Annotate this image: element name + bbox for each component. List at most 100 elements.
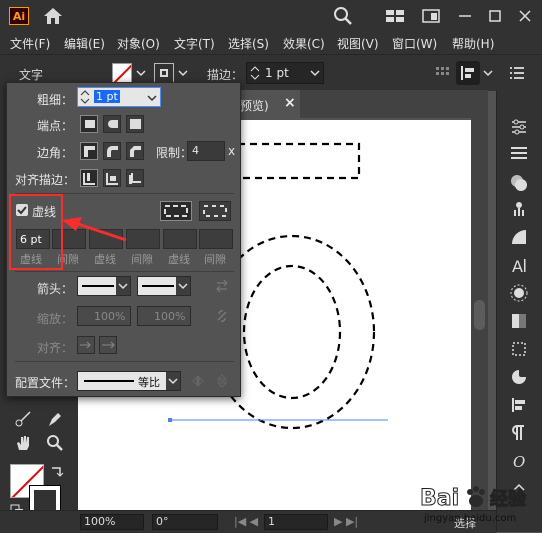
search-icon[interactable] <box>332 6 354 26</box>
gap-field-2[interactable] <box>126 229 160 249</box>
link-scale-icon[interactable] <box>214 308 230 324</box>
restore-icon[interactable] <box>484 6 506 26</box>
round-join-button[interactable] <box>103 142 121 160</box>
chevron-down-icon <box>178 283 188 290</box>
paragraph-icon[interactable] <box>510 424 528 442</box>
document-tab[interactable]: 预览) × <box>232 90 300 118</box>
close-tab-icon[interactable]: × <box>284 95 296 111</box>
menu-edit[interactable]: 编辑(E) <box>64 35 105 52</box>
transparency-icon[interactable] <box>510 312 528 330</box>
chevron-down-icon[interactable] <box>309 66 321 80</box>
divider <box>15 271 234 272</box>
layers-icon[interactable] <box>510 144 528 162</box>
align-panel-button[interactable] <box>456 61 480 85</box>
close-window-icon[interactable] <box>514 6 536 26</box>
gradient-icon[interactable] <box>510 228 528 246</box>
stroke-weight-value: 1 pt <box>265 66 289 80</box>
round-cap-icon <box>108 120 118 128</box>
profile-select[interactable]: 等比 <box>77 371 181 391</box>
place-arrow-tip-button[interactable] <box>99 336 117 354</box>
properties-icon[interactable] <box>510 118 528 136</box>
next-artboard-icon[interactable]: ▶ ▶| <box>334 515 358 528</box>
round-cap-button[interactable] <box>103 115 121 133</box>
stroke-swatch[interactable] <box>154 63 174 83</box>
align-stroke-inside-button[interactable] <box>103 169 121 187</box>
hand-tool-icon[interactable] <box>14 434 32 452</box>
artboard-number-field[interactable]: 1 <box>264 514 328 530</box>
flip-across-icon[interactable] <box>214 373 230 389</box>
dash-exact-icon <box>164 205 188 217</box>
chevron-down-icon[interactable] <box>481 63 495 83</box>
miter-join-button[interactable] <box>80 142 98 160</box>
align-panel-icon[interactable] <box>510 396 528 414</box>
chevron-down-icon <box>168 378 178 385</box>
title-bar: Ai <box>0 0 542 32</box>
align-stroke-center-button[interactable] <box>80 169 98 187</box>
watermark-url: jingyan.baidu.com <box>424 513 517 524</box>
projecting-cap-button[interactable] <box>126 115 144 133</box>
end-arrowhead-select[interactable] <box>137 276 191 296</box>
menu-file[interactable]: 文件(F) <box>10 35 50 52</box>
stepper-icon[interactable] <box>250 65 260 81</box>
align-dash-corners-button[interactable] <box>199 201 231 221</box>
home-icon[interactable] <box>42 6 64 26</box>
align-stroke-outside-button[interactable] <box>126 169 144 187</box>
symbols-icon[interactable] <box>510 200 528 218</box>
app-logo: Ai <box>9 7 29 25</box>
color-icon[interactable] <box>510 174 528 192</box>
dash-field-3[interactable] <box>163 229 197 249</box>
zoom-field[interactable]: 100% <box>80 514 144 530</box>
dash-label-2: 虚线 <box>94 253 116 266</box>
menu-window[interactable]: 窗口(W) <box>392 35 437 52</box>
menu-select[interactable]: 选择(S) <box>228 35 269 52</box>
minimize-icon[interactable] <box>454 6 476 26</box>
menu-effect[interactable]: 效果(C) <box>283 35 325 52</box>
start-arrowhead-select[interactable] <box>77 276 131 296</box>
stepper-icon[interactable] <box>80 90 90 104</box>
panel-menu-icon[interactable] <box>510 67 524 79</box>
butt-cap-icon <box>85 120 95 128</box>
swatches-icon[interactable] <box>510 368 528 386</box>
menu-help[interactable]: 帮助(H) <box>452 35 494 52</box>
pen-tool-icon[interactable] <box>46 410 64 428</box>
bevel-join-button[interactable] <box>126 142 144 160</box>
annotation-arrow <box>62 217 127 242</box>
scrollbar-thumb[interactable] <box>474 300 485 330</box>
menu-view[interactable]: 视图(V) <box>337 35 379 52</box>
chevron-down-icon <box>118 283 128 290</box>
workspace-switcher-icon[interactable] <box>420 6 442 26</box>
extend-arrow-tip-button[interactable] <box>77 336 95 354</box>
preserve-dash-button[interactable] <box>160 201 192 221</box>
chevron-down-icon[interactable] <box>134 63 148 83</box>
end-scale-field[interactable]: 100% <box>137 306 191 326</box>
chevron-down-icon[interactable] <box>146 91 158 105</box>
rotation-field[interactable]: 0° <box>152 514 218 530</box>
limit-unit: x <box>228 144 236 158</box>
start-scale-field[interactable]: 100% <box>77 306 131 326</box>
butt-cap-button[interactable] <box>80 115 98 133</box>
align-inside-icon <box>106 173 118 185</box>
limit-field[interactable]: 4 <box>187 141 225 161</box>
align-stroke-label: 对齐描边： <box>15 173 76 187</box>
swap-arrowheads-icon[interactable] <box>214 278 230 294</box>
gap-field-3[interactable] <box>199 229 233 249</box>
appearance-icon[interactable] <box>510 284 528 302</box>
fill-swatch[interactable] <box>112 63 132 83</box>
swap-colors-icon[interactable] <box>50 464 64 478</box>
first-artboard-icon[interactable]: |◀ ◀ <box>234 515 258 528</box>
arrange-documents-icon[interactable] <box>384 6 406 26</box>
flip-along-icon[interactable] <box>191 373 207 389</box>
menu-object[interactable]: 对象(O) <box>117 35 160 52</box>
scissors-icon[interactable] <box>14 410 32 428</box>
gap-label-2: 间隙 <box>131 253 153 266</box>
align-grid-icon[interactable] <box>436 67 450 81</box>
weight-field[interactable]: 1 pt <box>77 87 161 107</box>
menu-type[interactable]: 文字(T) <box>174 35 215 52</box>
chevron-down-icon[interactable] <box>176 63 190 83</box>
artboards-icon[interactable] <box>510 340 528 358</box>
document-tab-label: 预览) <box>240 99 269 113</box>
zoom-tool-icon[interactable] <box>46 434 64 452</box>
opentype-icon[interactable]: O <box>510 452 528 470</box>
stroke-weight-field[interactable]: 1 pt <box>246 62 324 84</box>
character-icon[interactable]: A <box>510 256 528 274</box>
